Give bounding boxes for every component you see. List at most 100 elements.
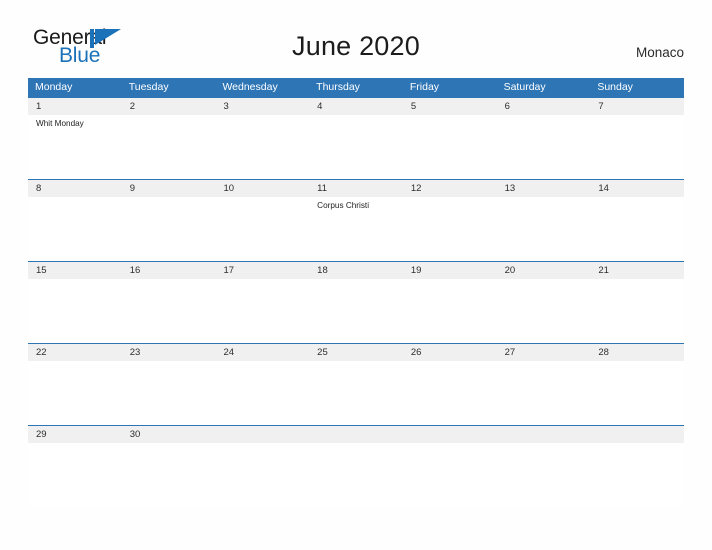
week-date-band: 29 30 <box>28 426 684 443</box>
date-number[interactable]: 16 <box>122 262 216 279</box>
date-number[interactable]: 3 <box>215 98 309 115</box>
day-header-thursday: Thursday <box>316 81 360 93</box>
date-number[interactable]: 29 <box>28 426 122 443</box>
day-cell[interactable]: Corpus Christi <box>309 197 403 261</box>
date-number <box>497 426 591 443</box>
date-number[interactable]: 26 <box>403 344 497 361</box>
day-cell <box>590 443 684 507</box>
week-date-band: 15 16 17 18 19 20 21 <box>28 262 684 279</box>
day-cell[interactable] <box>122 197 216 261</box>
date-number[interactable]: 2 <box>122 98 216 115</box>
date-number[interactable]: 8 <box>28 180 122 197</box>
calendar-week-row: 29 30 <box>28 425 684 507</box>
page-title: June 2020 <box>292 31 420 61</box>
day-cell[interactable] <box>590 361 684 425</box>
day-cell[interactable] <box>590 197 684 261</box>
week-date-band: 1 2 3 4 5 6 7 <box>28 98 684 115</box>
week-date-band: 22 23 24 25 26 27 28 <box>28 344 684 361</box>
date-number[interactable]: 14 <box>590 180 684 197</box>
day-cell[interactable] <box>122 115 216 179</box>
day-cell[interactable] <box>403 197 497 261</box>
date-number[interactable]: 21 <box>590 262 684 279</box>
date-number[interactable]: 13 <box>497 180 591 197</box>
calendar-week-row: 1 2 3 4 5 6 7 Whit Monday <box>28 97 684 179</box>
date-number <box>215 426 309 443</box>
date-number[interactable]: 19 <box>403 262 497 279</box>
day-cell <box>309 443 403 507</box>
week-event-band: Corpus Christi <box>28 197 684 261</box>
day-header-wednesday: Wednesday <box>222 81 278 93</box>
day-cell <box>403 443 497 507</box>
day-header-saturday: Saturday <box>503 81 546 93</box>
date-number[interactable]: 30 <box>122 426 216 443</box>
country-label: Monaco <box>635 45 684 60</box>
date-number[interactable]: 7 <box>590 98 684 115</box>
date-number[interactable]: 20 <box>497 262 591 279</box>
day-cell[interactable] <box>590 279 684 343</box>
week-date-band: 8 9 10 11 12 13 14 <box>28 180 684 197</box>
date-number[interactable]: 25 <box>309 344 403 361</box>
date-number[interactable]: 12 <box>403 180 497 197</box>
day-cell[interactable] <box>403 361 497 425</box>
date-number[interactable]: 5 <box>403 98 497 115</box>
day-cell[interactable] <box>215 279 309 343</box>
day-cell[interactable] <box>215 115 309 179</box>
day-cell[interactable] <box>28 197 122 261</box>
calendar-week-row: 22 23 24 25 26 27 28 <box>28 343 684 425</box>
week-event-band: Whit Monday <box>28 115 684 179</box>
date-number[interactable]: 28 <box>590 344 684 361</box>
day-cell <box>215 443 309 507</box>
day-of-week-header: Monday Tuesday Wednesday Thursday Friday… <box>28 78 684 97</box>
day-cell[interactable] <box>28 443 122 507</box>
calendar-week-row: 15 16 17 18 19 20 21 <box>28 261 684 343</box>
date-number[interactable]: 6 <box>497 98 591 115</box>
day-cell[interactable] <box>215 197 309 261</box>
day-cell[interactable] <box>122 443 216 507</box>
date-number[interactable]: 17 <box>215 262 309 279</box>
day-cell[interactable]: Whit Monday <box>28 115 122 179</box>
day-cell <box>497 443 591 507</box>
calendar-grid: Monday Tuesday Wednesday Thursday Friday… <box>28 78 684 507</box>
date-number[interactable]: 10 <box>215 180 309 197</box>
day-cell[interactable] <box>28 361 122 425</box>
day-cell[interactable] <box>497 197 591 261</box>
week-event-band <box>28 279 684 343</box>
day-cell[interactable] <box>309 361 403 425</box>
day-cell[interactable] <box>215 361 309 425</box>
date-number <box>590 426 684 443</box>
date-number[interactable]: 15 <box>28 262 122 279</box>
date-number[interactable]: 1 <box>28 98 122 115</box>
date-number[interactable]: 23 <box>122 344 216 361</box>
date-number[interactable]: 11 <box>309 180 403 197</box>
date-number[interactable]: 22 <box>28 344 122 361</box>
day-cell[interactable] <box>309 279 403 343</box>
holiday-label: Corpus Christi <box>317 201 370 210</box>
date-number[interactable]: 4 <box>309 98 403 115</box>
page-header: General Blue June 2020 Monaco <box>0 0 712 66</box>
calendar-page: General Blue June 2020 Monaco Monday Tue… <box>0 0 712 550</box>
date-number <box>309 426 403 443</box>
holiday-label: Whit Monday <box>36 119 84 128</box>
date-number[interactable]: 18 <box>309 262 403 279</box>
date-number[interactable]: 24 <box>215 344 309 361</box>
date-number[interactable]: 9 <box>122 180 216 197</box>
day-cell[interactable] <box>122 279 216 343</box>
day-cell[interactable] <box>403 279 497 343</box>
day-cell[interactable] <box>309 115 403 179</box>
day-header-friday: Friday <box>409 81 440 93</box>
day-header-monday: Monday <box>35 81 73 93</box>
calendar-week-row: 8 9 10 11 12 13 14 Corpus Christi <box>28 179 684 261</box>
day-header-tuesday: Tuesday <box>128 81 169 93</box>
day-header-sunday: Sunday <box>597 81 633 93</box>
date-number <box>403 426 497 443</box>
day-cell[interactable] <box>497 115 591 179</box>
day-cell[interactable] <box>590 115 684 179</box>
week-event-band <box>28 361 684 425</box>
week-event-band <box>28 443 684 507</box>
day-cell[interactable] <box>497 361 591 425</box>
day-cell[interactable] <box>497 279 591 343</box>
day-cell[interactable] <box>122 361 216 425</box>
date-number[interactable]: 27 <box>497 344 591 361</box>
day-cell[interactable] <box>403 115 497 179</box>
day-cell[interactable] <box>28 279 122 343</box>
